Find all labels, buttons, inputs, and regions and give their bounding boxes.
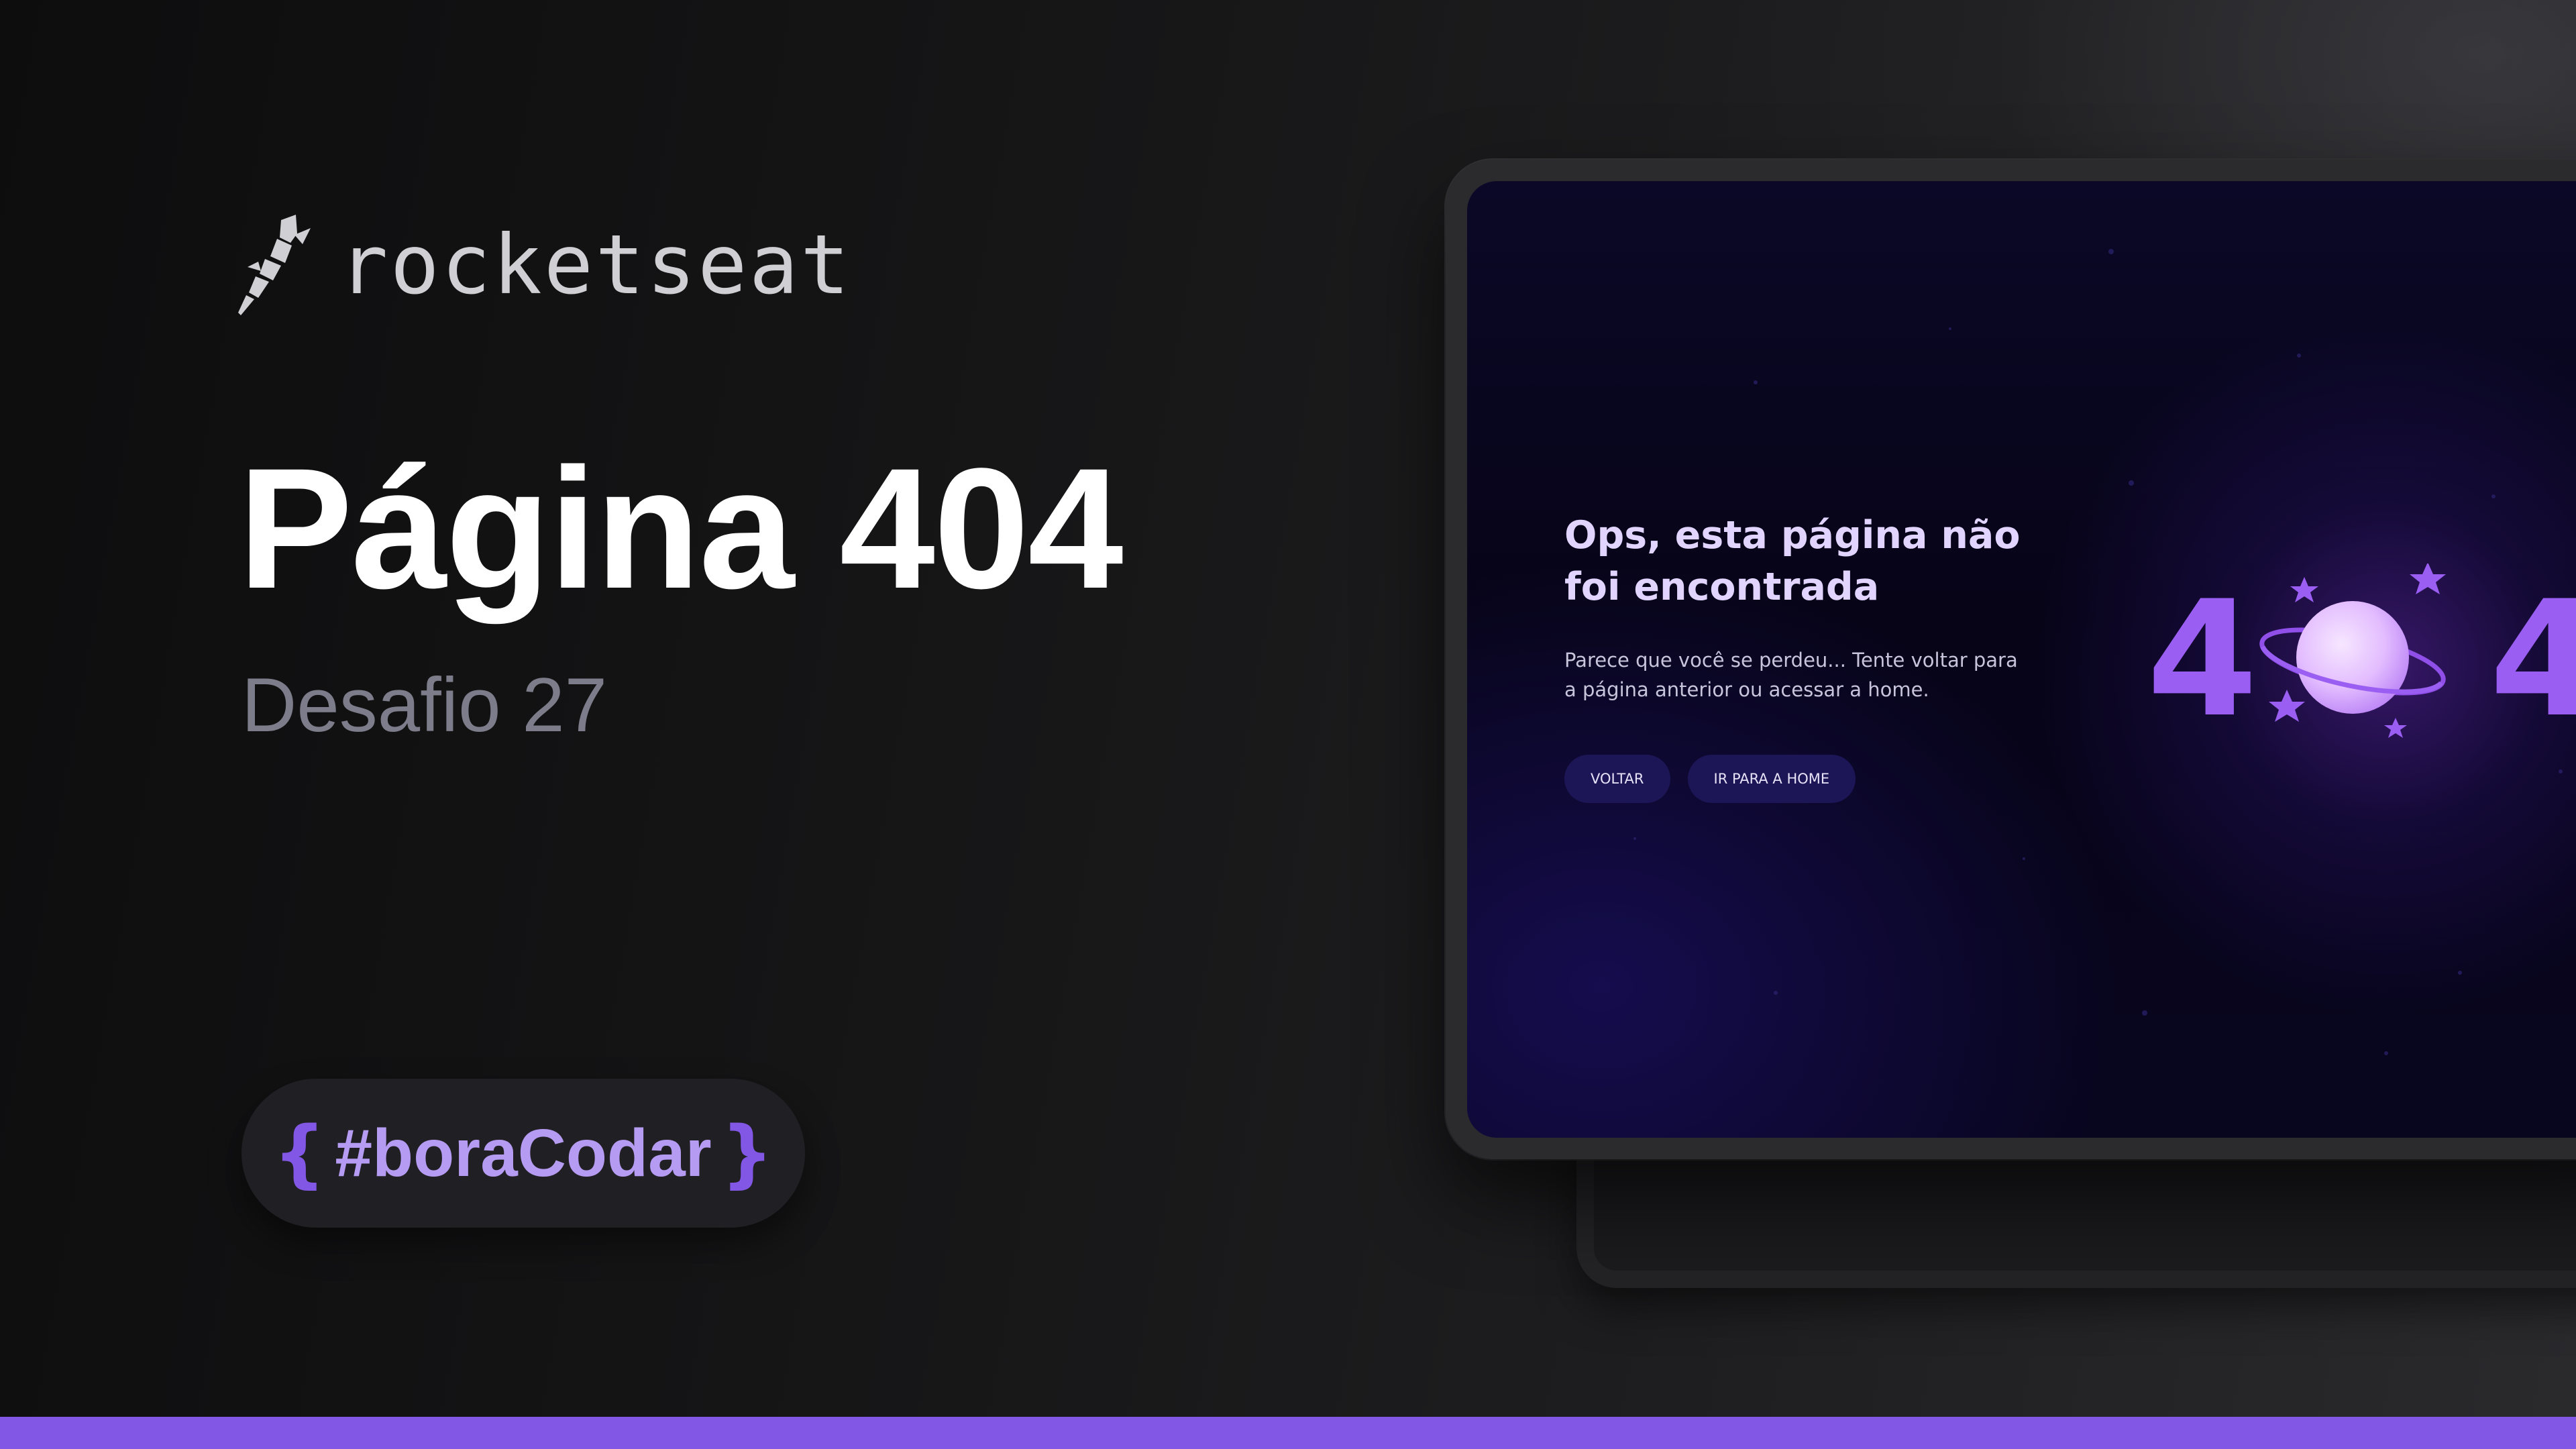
error-message: Ops, esta página não foi encontrada Pare… (1564, 510, 2074, 704)
error-heading: Ops, esta página não foi encontrada (1564, 513, 2021, 609)
action-buttons: VOLTAR IR PARA A HOME (1564, 755, 1856, 803)
hashtag-badge: { #boraCodar } (241, 1079, 805, 1228)
brand-name: rocketseat (339, 217, 852, 313)
accent-bar (0, 1417, 2576, 1449)
page-title: Página 404 (238, 433, 1124, 625)
error-digit-right: 4 (2489, 567, 2576, 753)
planet-icon (2259, 564, 2446, 738)
error-description: Parece que você se perdeu... Tente volta… (1564, 649, 2018, 701)
home-button[interactable]: IR PARA A HOME (1687, 755, 1856, 803)
error-digit-left: 4 (2147, 567, 2258, 753)
challenge-subtitle: Desafio 27 (241, 663, 608, 748)
close-brace: } (720, 1110, 773, 1196)
preview-screen: Ops, esta página não foi encontrada Pare… (1467, 181, 2576, 1138)
hashtag-label: #boraCodar (335, 1116, 712, 1191)
back-button[interactable]: VOLTAR (1564, 755, 1670, 803)
open-brace: { (273, 1110, 326, 1196)
device-frame: Ops, esta página não foi encontrada Pare… (1446, 160, 2576, 1159)
rocketseat-logo: rocketseat (238, 215, 852, 315)
rocket-icon (238, 215, 311, 315)
